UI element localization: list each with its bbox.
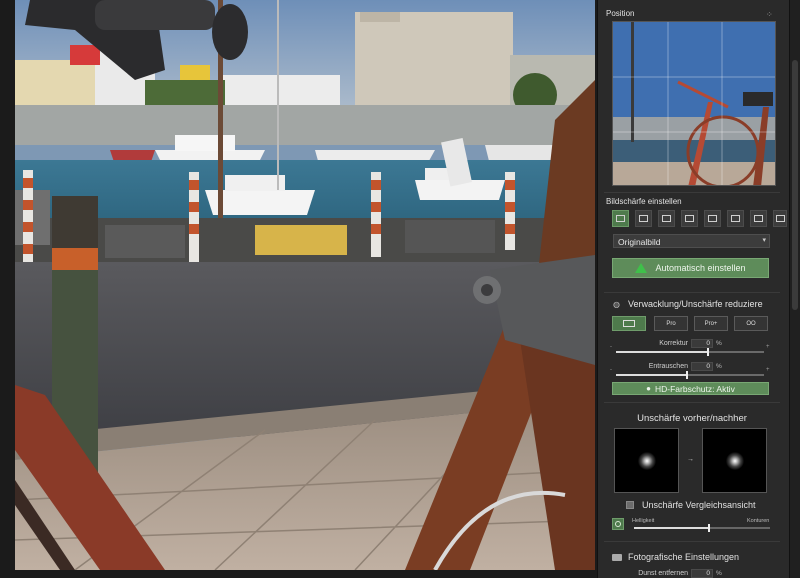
photo-settings-header[interactable]: Fotografische Einstellungen xyxy=(612,552,739,562)
correction-value[interactable]: 0 xyxy=(691,339,713,348)
position-navigator[interactable] xyxy=(612,21,776,186)
shake-icon: ◍ xyxy=(613,300,620,309)
photo-settings-title: Fotografische Einstellungen xyxy=(628,552,740,562)
mode-dual-label: OO xyxy=(746,320,756,327)
plus-icon: + xyxy=(766,367,770,373)
mountain-icon[interactable] xyxy=(750,210,767,227)
mode-pro-plus-button[interactable]: Pro+ xyxy=(694,316,728,331)
expand-icon[interactable]: ⁘ xyxy=(766,10,773,19)
pin-icon[interactable] xyxy=(727,210,744,227)
hd-color-protection-toggle[interactable]: ● HD-Farbschutz: Aktiv xyxy=(612,382,769,395)
wave-icon[interactable] xyxy=(658,210,675,227)
navigator-thumbnail xyxy=(613,22,775,185)
correction-handle[interactable] xyxy=(706,348,709,356)
compare-view-toggle[interactable]: Unschärfe Vergleichsansicht xyxy=(612,500,772,510)
haze-value[interactable]: 0 xyxy=(691,569,713,578)
face-icon[interactable] xyxy=(681,210,698,227)
contour-label: Konturen xyxy=(747,518,770,524)
correction-unit: % xyxy=(716,340,722,347)
compare-checkbox[interactable] xyxy=(626,501,634,509)
arrow-right-icon: → xyxy=(687,456,694,463)
correction-slider[interactable] xyxy=(616,348,764,356)
settings-panel: Position ⁘ Bildschärfe einstellen Origin… xyxy=(597,0,789,578)
auto-adjust-label: Automatisch einstellen xyxy=(655,263,746,273)
denoise-unit: % xyxy=(716,363,722,370)
minus-icon: - xyxy=(610,367,612,373)
blur-compare-title: Unschärfe vorher/nachher xyxy=(637,413,747,424)
sharpness-title: Bildschärfe einstellen xyxy=(606,197,682,206)
auto-triangle-icon xyxy=(635,263,648,273)
correction-label: Korrektur xyxy=(659,340,688,347)
divider xyxy=(604,192,780,193)
minus-icon: - xyxy=(610,344,612,350)
palette-icon: ● xyxy=(646,384,651,393)
auto-adjust-button[interactable]: Automatisch einstellen xyxy=(612,258,769,278)
harbor-photo xyxy=(15,0,595,570)
camera-icon xyxy=(612,553,622,561)
brightness-contour-control: Helligkeit Konturen xyxy=(612,518,772,534)
mode-pro-button[interactable]: Pro xyxy=(654,316,688,331)
divider xyxy=(604,402,780,403)
panel-scrollbar[interactable] xyxy=(789,0,800,578)
scrollbar-thumb[interactable] xyxy=(792,60,798,310)
denoise-value[interactable]: 0 xyxy=(691,362,713,371)
brightness-label: Helligkeit xyxy=(632,518,655,524)
denoise-handle[interactable] xyxy=(686,371,689,379)
blur-after-preview xyxy=(702,428,767,493)
shake-title: Verwacklung/Unschärfe reduziere xyxy=(628,299,763,309)
denoise-slider[interactable] xyxy=(616,371,764,379)
info-icon[interactable] xyxy=(612,518,624,530)
correction-fill xyxy=(616,351,708,353)
mode-pro-label: Pro xyxy=(666,320,676,327)
chevron-down-icon: ▾ xyxy=(762,237,766,244)
denoise-label: Entrauschen xyxy=(648,363,688,370)
camera-icon[interactable] xyxy=(635,210,652,227)
preset-value: Originalbild xyxy=(618,237,661,247)
haze-unit: % xyxy=(716,570,722,577)
drop-icon[interactable] xyxy=(704,210,721,227)
image-icon[interactable] xyxy=(612,210,629,227)
divider xyxy=(604,292,780,293)
position-title: Position xyxy=(606,9,635,18)
brightness-handle[interactable] xyxy=(707,524,710,532)
divider xyxy=(604,541,780,542)
denoise-fill xyxy=(616,374,688,376)
monitor-icon xyxy=(623,320,635,327)
photo-canvas[interactable] xyxy=(15,0,595,570)
plus-icon: + xyxy=(766,344,770,350)
mode-standard-button[interactable] xyxy=(612,316,646,331)
brightness-fill xyxy=(634,527,709,529)
hd-color-label: HD-Farbschutz: Aktiv xyxy=(655,383,735,394)
mode-pro-plus-label: Pro+ xyxy=(704,320,718,327)
app-window: Position ⁘ Bildschärfe einstellen Origin… xyxy=(0,0,800,578)
haze-label: Dunst entfernen xyxy=(638,570,688,577)
compare-label: Unschärfe Vergleichsansicht xyxy=(642,500,756,510)
brightness-contour-slider[interactable] xyxy=(634,524,770,532)
mode-dual-button[interactable]: OO xyxy=(734,316,768,331)
blur-before-preview xyxy=(614,428,679,493)
preset-dropdown[interactable]: Originalbild ▾ xyxy=(613,234,770,248)
frame-icon[interactable] xyxy=(773,210,787,227)
